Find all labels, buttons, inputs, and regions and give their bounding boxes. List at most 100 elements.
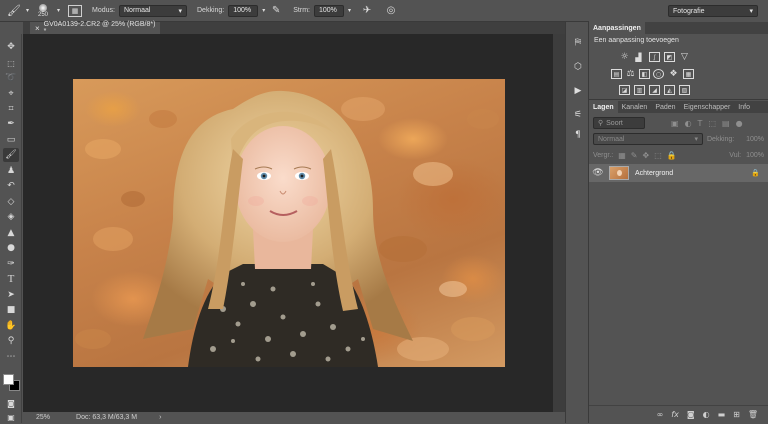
eyedropper-tool-icon[interactable]: ✒ xyxy=(3,117,19,131)
brush-tool-icon[interactable]: 🖌 xyxy=(3,148,19,162)
brush-settings-icon[interactable]: ⚟ xyxy=(571,108,585,122)
dodge-tool-icon[interactable]: ● xyxy=(3,241,19,255)
tab-layers[interactable]: Lagen xyxy=(589,101,618,113)
move-tool-icon[interactable]: ✥ xyxy=(3,40,19,54)
brush-settings-panel-icon[interactable]: ▦ xyxy=(68,4,83,17)
paint-bucket-tool-icon[interactable]: ◈ xyxy=(3,210,19,224)
zoom-tool-icon[interactable]: ⚲ xyxy=(3,334,19,348)
clone-stamp-tool-icon[interactable]: ♟ xyxy=(3,164,19,178)
tab-paths[interactable]: Paden xyxy=(651,101,679,113)
blend-mode-select[interactable]: Normaal ▾ xyxy=(593,133,703,145)
lock-transparent-icon[interactable]: ▦ xyxy=(618,151,626,160)
visibility-eye-icon[interactable]: 👁 xyxy=(589,168,607,178)
new-layer-icon[interactable]: ⊞ xyxy=(733,410,740,419)
status-menu-arrow[interactable]: › xyxy=(159,414,161,421)
selective-color-icon[interactable]: ◭ xyxy=(664,85,675,95)
invert-icon[interactable]: ◪ xyxy=(619,85,630,95)
adjustments-subtitle: Een aanpassing toevoegen xyxy=(594,37,679,44)
gradient-map-icon[interactable]: ▧ xyxy=(679,85,690,95)
layer-opacity-value[interactable]: 100% xyxy=(746,136,764,143)
history-panel-icon[interactable]: ⛿ xyxy=(571,36,585,50)
lock-image-icon[interactable]: ✎ xyxy=(631,151,638,160)
panel-icon-strip: ⛿ ⬡ ▶ ⚟ ¶ xyxy=(565,22,589,423)
face xyxy=(235,126,331,242)
filter-type-icon[interactable]: T xyxy=(698,119,703,128)
filter-shape-icon[interactable]: ⬚ xyxy=(708,119,716,128)
pressure-size-icon[interactable]: ◎ xyxy=(383,5,399,16)
3d-panel-icon[interactable]: ⬡ xyxy=(571,60,585,74)
exposure-icon[interactable]: ◩ xyxy=(664,52,675,62)
history-brush-tool-icon[interactable]: ↶ xyxy=(3,179,19,193)
hue-saturation-icon[interactable]: ▤ xyxy=(611,69,622,79)
flow-field[interactable]: 100% xyxy=(313,4,344,17)
workspace-select[interactable]: Fotografie ▾ xyxy=(668,5,758,17)
tab-properties[interactable]: Eigenschapper xyxy=(680,101,735,113)
document-image[interactable] xyxy=(73,79,505,367)
vibrance-icon[interactable]: ▽ xyxy=(679,52,690,62)
black-white-icon[interactable]: ◧ xyxy=(639,69,650,79)
color-swatches[interactable] xyxy=(3,374,21,392)
marquee-tool-icon[interactable]: ⬚ xyxy=(3,56,19,70)
delete-layer-icon[interactable]: 🗑 xyxy=(748,410,758,419)
zoom-level[interactable]: 25% xyxy=(36,414,50,421)
filter-adjustment-icon[interactable]: ◐ xyxy=(685,119,692,128)
filter-smart-object-icon[interactable]: ▤ xyxy=(722,119,730,128)
brush-size-picker[interactable]: 250 xyxy=(33,3,53,18)
photo-filter-icon[interactable]: ○ xyxy=(653,69,664,79)
tab-channels[interactable]: Kanalen xyxy=(618,101,652,113)
actions-panel-icon[interactable]: ▶ xyxy=(571,84,585,98)
chevron-down-icon[interactable]: ▾ xyxy=(262,7,265,14)
layers-bottom-bar: ∞ fx ◙ ◐ ▬ ⊞ 🗑 xyxy=(589,405,768,423)
levels-icon[interactable]: ▟ xyxy=(633,52,644,62)
opacity-field[interactable]: 100% xyxy=(228,4,259,17)
color-balance-icon[interactable]: ⚖ xyxy=(625,69,636,79)
filter-toggle-icon[interactable]: ● xyxy=(736,119,743,128)
crop-tool-icon[interactable]: ⌗ xyxy=(3,102,19,116)
healing-brush-tool-icon[interactable]: ▭ xyxy=(3,133,19,147)
layer-row[interactable]: 👁 Achtergrond 🔒 xyxy=(589,164,768,182)
airbrush-icon[interactable]: ✈ xyxy=(359,5,375,16)
posterize-icon[interactable]: ▥ xyxy=(634,85,645,95)
blur-tool-icon[interactable]: ▲ xyxy=(3,226,19,240)
quick-select-tool-icon[interactable]: ⌖ xyxy=(3,87,19,101)
add-mask-icon[interactable]: ◙ xyxy=(687,410,695,419)
pressure-opacity-icon[interactable]: ✎ xyxy=(269,5,283,16)
new-group-icon[interactable]: ▬ xyxy=(718,410,726,419)
tab-info[interactable]: Info xyxy=(734,101,754,113)
close-tab-icon[interactable]: × xyxy=(35,24,40,33)
tab-adjustments[interactable]: Aanpassingen xyxy=(589,22,645,34)
filter-pixel-icon[interactable]: ▣ xyxy=(671,119,679,128)
chevron-down-icon[interactable]: ▾ xyxy=(26,7,29,14)
new-adjustment-layer-icon[interactable]: ◐ xyxy=(703,410,710,419)
lock-artboard-icon[interactable]: ⬚ xyxy=(654,151,662,160)
curves-icon[interactable]: ∫ xyxy=(649,52,660,62)
fill-value[interactable]: 100% xyxy=(746,152,764,159)
quick-mask-icon[interactable]: ◙ xyxy=(3,396,19,410)
mode-select[interactable]: Normaal ▾ xyxy=(119,4,187,17)
lock-position-icon[interactable]: ✥ xyxy=(643,151,650,160)
channel-mixer-icon[interactable]: ❖ xyxy=(668,69,679,79)
lasso-tool-icon[interactable]: ➰ xyxy=(3,71,19,85)
layer-style-icon[interactable]: fx xyxy=(671,410,679,419)
brightness-contrast-icon[interactable]: ☼ xyxy=(619,52,630,62)
paragraph-panel-icon[interactable]: ¶ xyxy=(571,128,585,142)
path-selection-tool-icon[interactable]: ➤ xyxy=(3,288,19,302)
vertical-scrollbar[interactable] xyxy=(553,34,565,412)
more-tools-icon[interactable]: ⋯ xyxy=(3,350,19,364)
chevron-down-icon[interactable]: ▾ xyxy=(348,7,351,14)
link-layers-icon[interactable]: ∞ xyxy=(657,410,664,419)
rectangle-tool-icon[interactable]: ■ xyxy=(3,303,19,317)
threshold-icon[interactable]: ◢ xyxy=(649,85,660,95)
eraser-tool-icon[interactable]: ◇ xyxy=(3,195,19,209)
type-tool-icon[interactable]: T xyxy=(3,272,19,286)
pen-tool-icon[interactable]: ✑ xyxy=(3,257,19,271)
foreground-color-swatch[interactable] xyxy=(3,374,14,385)
hand-tool-icon[interactable]: ✋ xyxy=(3,319,19,333)
chevron-down-icon[interactable]: ▾ xyxy=(57,7,60,14)
document-tab[interactable]: × GV0A0139-2.CR2 @ 25% (RGB/8*) * xyxy=(30,21,160,35)
layer-filter-select[interactable]: ⚲ Soort xyxy=(593,117,645,129)
screen-mode-icon[interactable]: ▣ xyxy=(3,410,19,424)
color-lookup-icon[interactable]: ▦ xyxy=(683,69,694,79)
lock-all-icon[interactable]: 🔒 xyxy=(667,151,677,160)
brush-tool-preset-icon[interactable]: 🖌 xyxy=(6,4,22,17)
